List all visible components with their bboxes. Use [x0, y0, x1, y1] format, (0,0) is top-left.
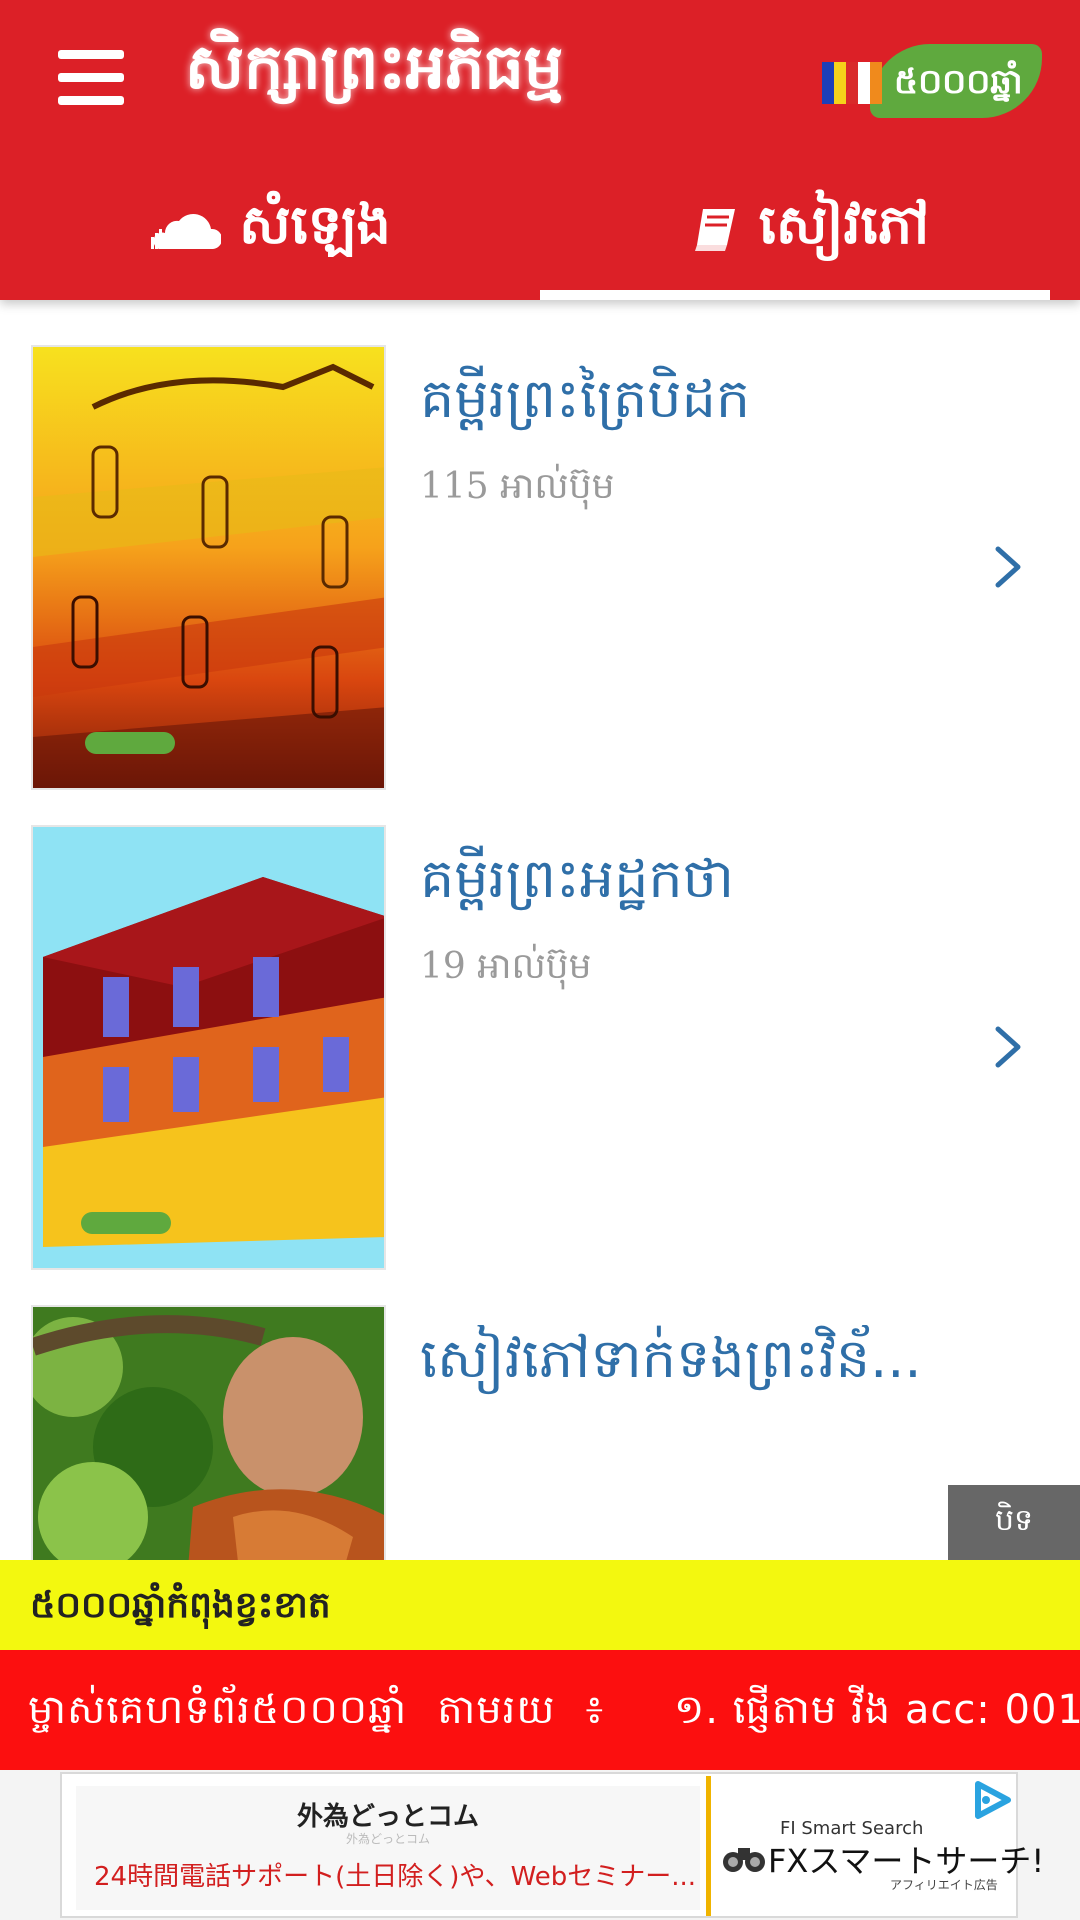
tab-selected-indicator	[540, 290, 1050, 300]
ad-divider	[706, 1776, 711, 1916]
book-title: គម្ពីរព្រះអដ្ឋកថា	[420, 847, 735, 910]
ad-logo-tiny-text: アフィリエイト広告	[890, 1878, 998, 1892]
yellow-announcement-banner[interactable]: ៥០០០ឆ្នាំកំពុងខ្វះខាត	[0, 1560, 1080, 1650]
ad-title: 外為どっとコム	[296, 1802, 479, 1832]
chevron-right-icon	[995, 546, 1021, 588]
book-list-item[interactable]: គម្ពីរព្រះត្រៃបិដក 115 អាល់ប៊ុម	[0, 345, 1080, 825]
red-banner-text-part: ១. ផ្ញើតាម វីង acc: 001	[674, 1687, 1080, 1733]
tab-books[interactable]: សៀវភៅ	[540, 160, 1080, 300]
menu-bar-line	[58, 96, 124, 105]
cloud-icon	[149, 207, 222, 253]
menu-button[interactable]	[58, 50, 124, 106]
book-album-count: 19 អាល់ប៊ុម	[420, 946, 592, 987]
book-list-item[interactable]: គម្ពីរព្រះអដ្ឋកថា 19 អាល់ប៊ុម	[0, 825, 1080, 1305]
ad-logo: FI Smart Search FXスマートサーチ! アフィリエイト広告	[722, 1818, 1044, 1898]
atthakatha-cover-image	[31, 825, 386, 1270]
tab-bar: សំឡេង សៀវភៅ	[0, 160, 1080, 300]
ad-description: 24時間電話サポート(土日除く)や、Webセミナー...	[94, 1862, 694, 1892]
close-banner-button[interactable]: បិទ	[948, 1485, 1080, 1560]
tab-audio[interactable]: សំឡេង	[0, 160, 540, 300]
book-album-count: 115 អាល់ប៊ុម	[420, 466, 615, 507]
app-logo[interactable]: ៥០០០ឆ្នាំ	[818, 44, 1044, 120]
red-banner-text-part: តាមរយ	[437, 1687, 556, 1733]
menu-bar-line	[58, 50, 124, 59]
app-bar: សិក្សាព្រះអភិធម្ម ៥០០០ឆ្នាំ សំឡេង សៀវភៅ	[0, 0, 1080, 300]
ad-text-block: 外為どっとコム 外為どっとコム 24時間電話サポート(土日除く)や、Webセミナ…	[76, 1786, 700, 1910]
tipitaka-cover-image	[31, 345, 386, 790]
yellow-banner-text: ៥០០០ឆ្នាំកំពុងខ្វះខាត	[30, 1585, 331, 1626]
tab-audio-label: សំឡេង	[239, 192, 391, 256]
book-title: គម្ពីរព្រះត្រៃបិដក	[420, 367, 751, 430]
book-icon	[691, 205, 741, 255]
ad-area: 外為どっとコム 外為どっとコム 24時間電話サポート(土日除く)や、Webセミナ…	[0, 1770, 1080, 1920]
binoculars-icon	[723, 1848, 765, 1872]
ad-subtitle: 外為どっとコム	[345, 1832, 430, 1846]
red-announcement-banner[interactable]: ម្ចាស់គេហទំព័រ៥០០០ឆ្នាំ តាមរយ ៖ ១. ផ្ញើតាម …	[0, 1650, 1080, 1770]
chevron-right-icon	[995, 1026, 1021, 1068]
buddhist-flag-icon	[822, 62, 884, 104]
ad-choices-icon[interactable]	[970, 1780, 1014, 1820]
tab-books-label: សៀវភៅ	[758, 192, 930, 256]
logo-text: ៥០០០ឆ្នាំ	[894, 62, 1023, 102]
book-title: សៀវភៅទាក់ទងព្រះវិន័...	[420, 1327, 922, 1390]
ad-banner[interactable]: 外為どっとコム 外為どっとコム 24時間電話サポート(土日除く)や、Webセミナ…	[60, 1772, 1044, 1918]
red-banner-text-part: ៖	[585, 1687, 605, 1733]
red-banner-text: ម្ចាស់គេហទំព័រ៥០០០ឆ្នាំ តាមរយ ៖ ១. ផ្ញើតាម …	[28, 1684, 1080, 1743]
red-banner-text-part: ម្ចាស់គេហទំព័រ៥០០០ឆ្នាំ	[28, 1687, 408, 1733]
menu-bar-line	[58, 73, 124, 82]
app-title: សិក្សាព្រះអភិធម្ម	[185, 30, 564, 103]
